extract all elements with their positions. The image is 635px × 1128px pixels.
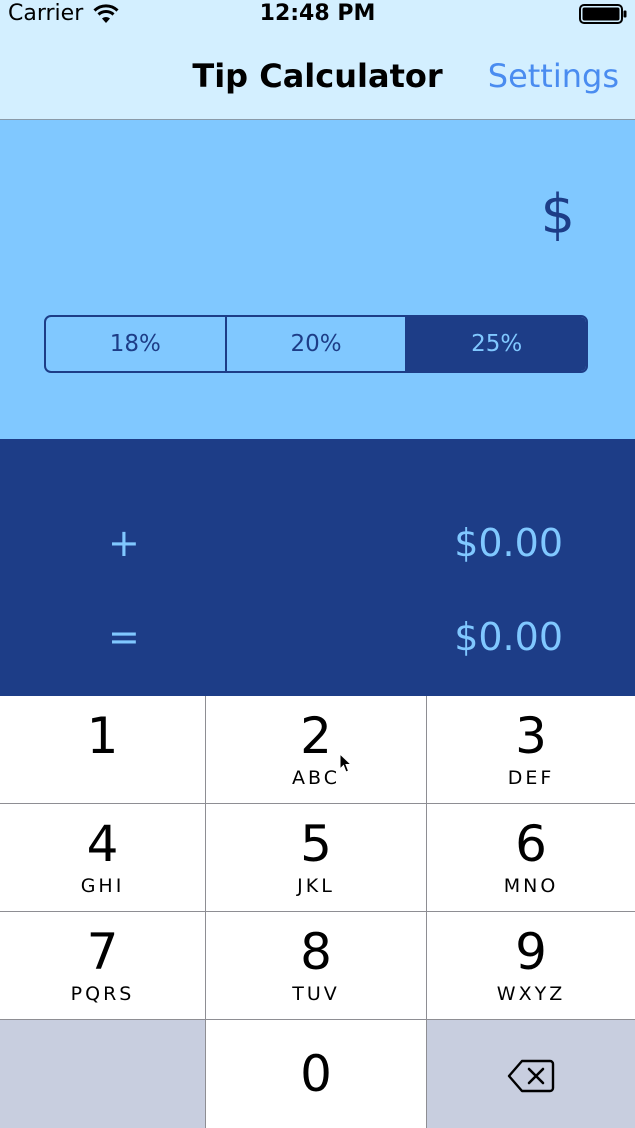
navigation-bar: Carrier 12:48 PM Tip Calculator Settings (0, 0, 635, 120)
key-5[interactable]: 5 JKL (206, 804, 426, 911)
key-2[interactable]: 2 ABC (206, 696, 426, 803)
key-8[interactable]: 8 TUV (206, 912, 426, 1019)
settings-button[interactable]: Settings (488, 56, 619, 96)
key-4[interactable]: 4 GHI (0, 804, 205, 911)
key-digit: 2 (300, 707, 332, 765)
key-letters: TUV (292, 983, 340, 1005)
backspace-key[interactable] (427, 1020, 635, 1128)
key-letters: PQRS (70, 983, 135, 1005)
key-1[interactable]: 1 (0, 696, 205, 803)
tip-option-20[interactable]: 20% (224, 317, 406, 371)
key-9[interactable]: 9 WXYZ (427, 912, 635, 1019)
bill-amount-input[interactable] (60, 182, 575, 246)
total-amount: $0.00 (454, 615, 563, 659)
key-7[interactable]: 7 PQRS (0, 912, 205, 1019)
key-digit: 4 (86, 815, 119, 873)
key-digit: 6 (515, 815, 547, 873)
numeric-keypad: 1 2 ABC 3 DEF 4 GHI 5 JKL 6 MNO 7 PQRS 8… (0, 696, 635, 1128)
key-digit: 5 (300, 815, 332, 873)
key-3[interactable]: 3 DEF (427, 696, 635, 803)
tip-option-25[interactable]: 25% (405, 317, 586, 371)
key-0[interactable]: 0 (206, 1020, 426, 1128)
key-letters: ABC (292, 767, 340, 789)
key-digit: 7 (86, 923, 119, 981)
key-letters: WXYZ (496, 983, 566, 1005)
key-digit: 9 (515, 923, 547, 981)
battery-icon (579, 4, 627, 24)
key-blank (0, 1020, 205, 1128)
key-6[interactable]: 6 MNO (427, 804, 635, 911)
key-letters: JKL (297, 875, 335, 897)
tip-amount: $0.00 (454, 521, 563, 565)
total-row: = $0.00 (0, 607, 635, 667)
key-digit: 8 (300, 923, 332, 981)
plus-symbol: + (108, 521, 140, 565)
key-letters: MNO (503, 875, 559, 897)
tip-row: + $0.00 (0, 513, 635, 573)
equals-symbol: = (108, 615, 140, 659)
key-letters: GHI (80, 875, 125, 897)
key-letters: DEF (507, 767, 555, 789)
key-digit: 1 (86, 707, 119, 765)
status-bar: Carrier 12:48 PM (0, 0, 635, 28)
tip-percentage-selector: 18% 20% 25% (44, 315, 588, 373)
tip-option-18[interactable]: 18% (46, 317, 225, 371)
bill-input-section: 18% 20% 25% (0, 120, 635, 439)
results-section: + $0.00 = $0.00 (0, 439, 635, 696)
key-digit: 0 (300, 1045, 332, 1103)
backspace-icon (507, 1059, 555, 1093)
key-digit: 3 (515, 707, 547, 765)
status-time: 12:48 PM (259, 1, 376, 26)
